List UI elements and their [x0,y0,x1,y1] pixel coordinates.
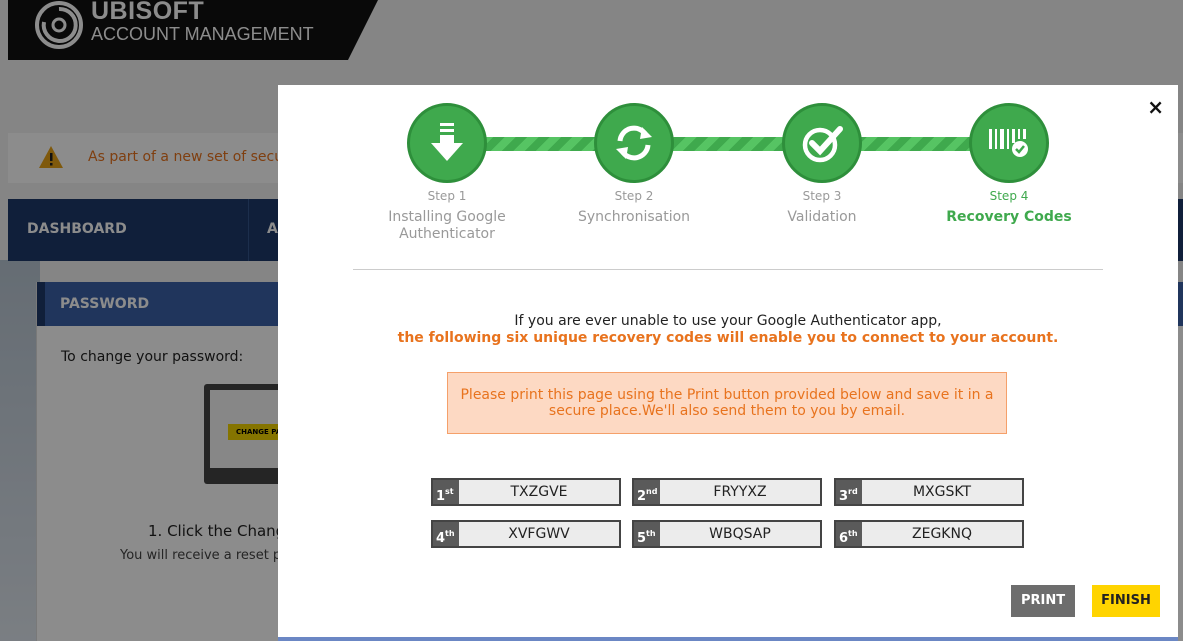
code-ordinal-suffix: th [445,529,455,538]
step-1-number: Step 1 [427,189,467,203]
recovery-code-3: 3rd MXGSKT [834,478,1024,506]
code-ordinal-number: 4 [436,531,446,546]
recovery-code-1: 1st TXZGVE [431,478,621,506]
step-3-number: Step 3 [802,189,842,203]
recovery-code-5: 5th WBQSAP [632,520,822,548]
code-ordinal: 1st [433,480,459,504]
step-3-label: Validation [787,209,857,225]
recovery-code-4: 4th XVFGWV [431,520,621,548]
code-value: WBQSAP [709,526,771,542]
step-3: Step 3 Validation [737,103,907,226]
recovery-codes-modal: × Step 1 Installing Google Authenticator… [278,85,1178,641]
code-ordinal: 5th [634,522,660,546]
code-value: TXZGVE [510,484,568,500]
step-3-circle [782,103,862,183]
code-ordinal-number: 6 [839,531,849,546]
code-ordinal-suffix: st [445,487,454,496]
step-2-label: Synchronisation [577,209,691,225]
step-1-label: Installing Google Authenticator [388,209,506,242]
step-4-label: Recovery Codes [946,209,1072,225]
code-ordinal-suffix: th [646,529,656,538]
alert-line-2: secure place.We'll also send them to you… [548,403,906,419]
code-value: FRYYXZ [713,484,767,500]
check-icon [802,126,843,163]
code-value: ZEGKNQ [912,526,972,542]
step-1: Step 1 Installing Google Authenticator [362,103,532,243]
alert-line-1: Please print this page using the Print b… [460,387,994,403]
code-value: MXGSKT [912,484,972,500]
step-1-circle [407,103,487,183]
recovery-code-6: 6th ZEGKNQ [834,520,1024,548]
code-ordinal-suffix: rd [848,487,858,496]
section-divider [353,269,1103,270]
info-text: If you are ever unable to use your Googl… [514,313,942,329]
code-ordinal-suffix: nd [646,487,658,496]
print-alert: Please print this page using the Print b… [447,372,1007,434]
recovery-code-2: 2nd FRYYXZ [632,478,822,506]
step-2: Step 2 Synchronisation [549,103,719,226]
print-button[interactable]: PRINT [1011,585,1075,617]
close-icon[interactable]: × [1147,95,1164,119]
barcode-check-icon [989,129,1028,157]
step-4: Step 4 Recovery Codes [924,103,1094,226]
code-ordinal-number: 1 [436,489,446,504]
finish-button[interactable]: FINISH [1092,585,1160,617]
step-4-number: Step 4 [989,189,1029,203]
sync-icon [616,125,652,161]
code-ordinal-number: 2 [637,489,647,504]
code-ordinal: 3rd [836,480,862,504]
code-value: XVFGWV [508,526,570,542]
step-2-number: Step 2 [614,189,654,203]
code-ordinal-suffix: th [848,529,858,538]
code-ordinal-number: 3 [839,489,849,504]
code-ordinal-number: 5 [637,531,647,546]
step-4-circle [969,103,1049,183]
info-highlight: the following six unique recovery codes … [397,330,1059,346]
code-ordinal: 4th [433,522,459,546]
code-ordinal: 6th [836,522,862,546]
code-ordinal: 2nd [634,480,660,504]
download-icon [431,123,463,161]
step-2-circle [594,103,674,183]
